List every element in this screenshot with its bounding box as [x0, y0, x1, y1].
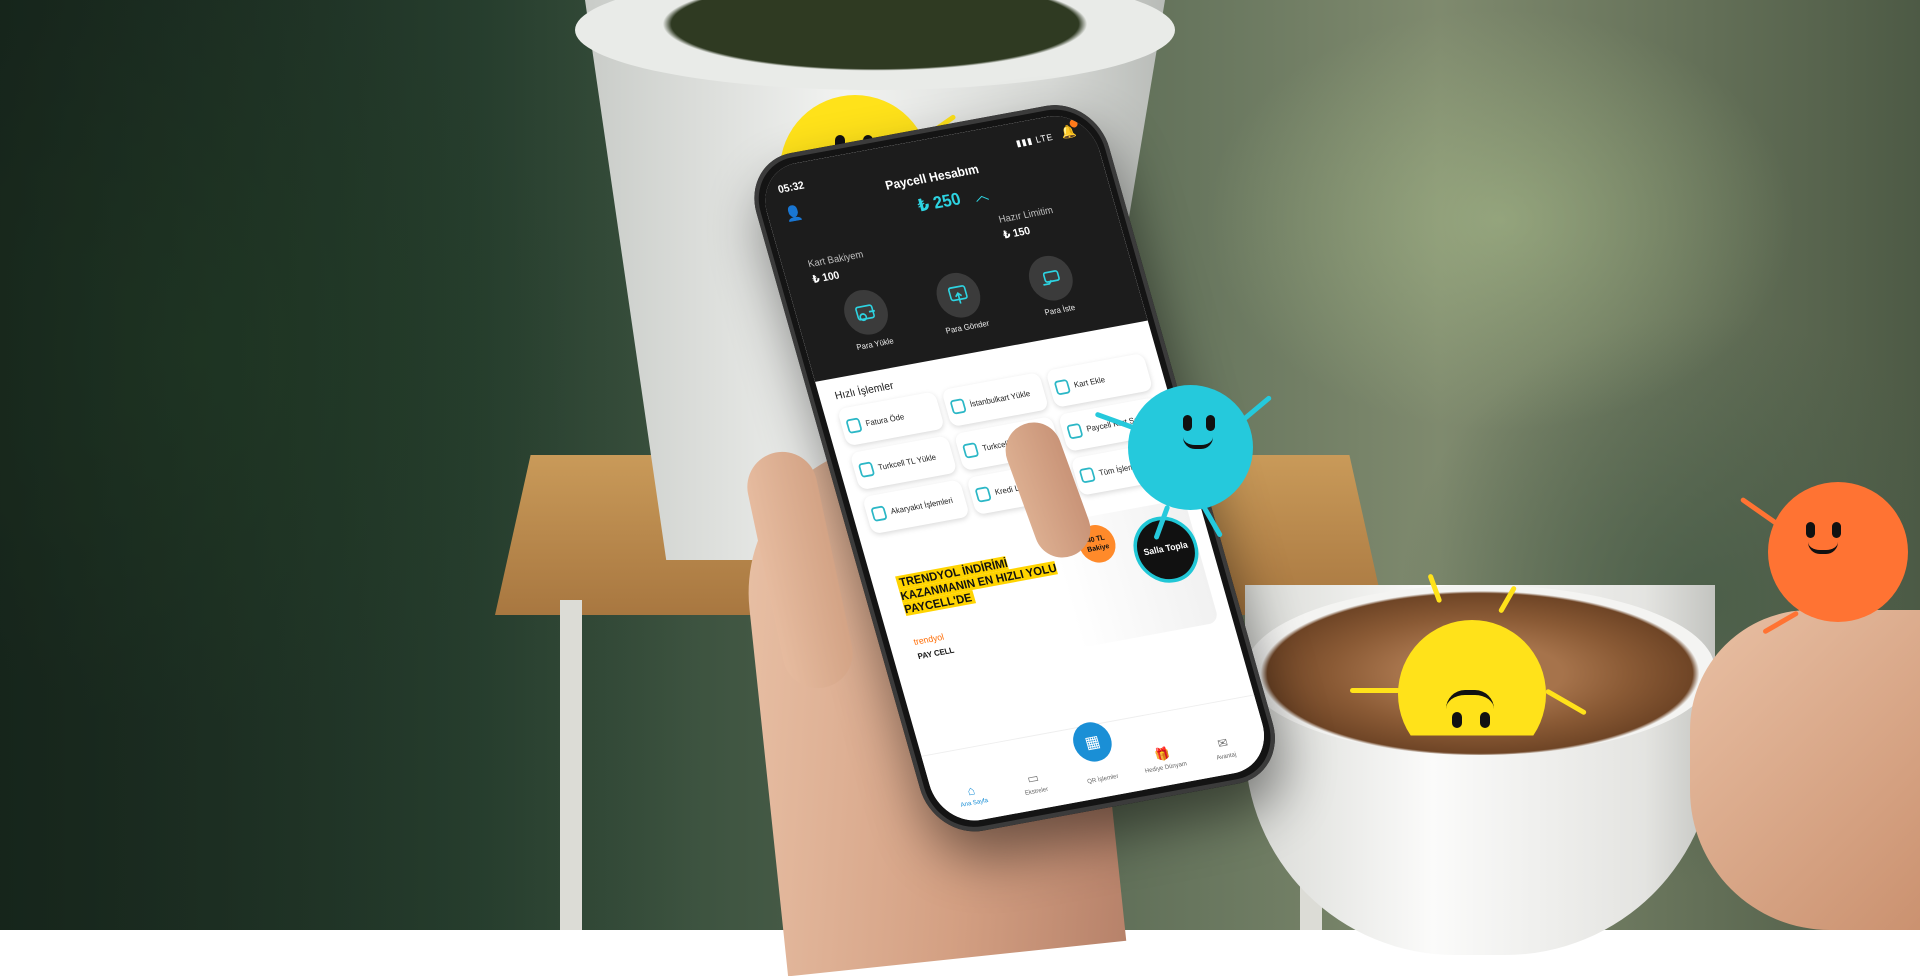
- paycell-logo: PAY CELL: [916, 645, 956, 661]
- tab-label: Ana Sayfa: [960, 797, 989, 809]
- credit-icon: [974, 486, 992, 503]
- action-para-gonder[interactable]: Para Gönder: [919, 267, 1003, 337]
- request-money-icon: [1023, 252, 1079, 305]
- banner-brand: trendyol: [912, 632, 946, 648]
- tile-akaryakit[interactable]: Akaryakıt İşlemleri: [862, 479, 970, 535]
- mascot-brow: [1446, 690, 1494, 709]
- notification-badge: [1068, 118, 1079, 129]
- notification-icon[interactable]: 🔔: [1059, 118, 1081, 144]
- mascot-eye: [1206, 415, 1215, 431]
- add-card-icon: [1053, 378, 1072, 396]
- limit-value: ₺ 150: [1001, 224, 1032, 242]
- orange-mascot: [1739, 482, 1908, 635]
- tab-label: QR İşlemler: [1086, 773, 1120, 786]
- tab-ekstreler[interactable]: ▭ Ekstreler: [1001, 765, 1067, 800]
- quick-actions-title: Hızlı İşlemler: [833, 378, 895, 402]
- tab-avantaj[interactable]: ✉ Avantaj: [1191, 730, 1257, 765]
- mascot-eye: [1832, 522, 1841, 538]
- invoice-icon: [845, 417, 863, 434]
- mascot-eye: [1183, 415, 1192, 431]
- buy-card-icon: [1066, 422, 1084, 440]
- mascot-eye: [1806, 522, 1815, 538]
- tile-label: Kart Ekle: [1072, 374, 1106, 389]
- home-icon: ⌂: [965, 782, 977, 798]
- limit-label: Hazır Limitim: [997, 204, 1055, 226]
- blue-mascot: [1094, 385, 1273, 541]
- all-services-icon: [1078, 466, 1097, 484]
- mascot-mouth: [1183, 437, 1213, 449]
- transit-card-icon: [949, 398, 967, 415]
- tab-ana-sayfa[interactable]: ⌂ Ana Sayfa: [939, 778, 1004, 812]
- fuel-icon: [870, 505, 888, 522]
- tab-label: Ekstreler: [1024, 786, 1050, 797]
- statement-icon: ▭: [1025, 769, 1041, 787]
- send-money-icon: [931, 269, 986, 322]
- wallet-add-icon: [838, 286, 894, 339]
- action-para-iste[interactable]: Para İste: [1011, 250, 1095, 320]
- hand-holding-cup: [1690, 610, 1920, 930]
- tile-label: Akaryakıt İşlemleri: [889, 495, 954, 516]
- mascot-eye: [1452, 712, 1462, 728]
- topup-icon: [857, 461, 876, 478]
- card-balance-value: ₺ 100: [810, 268, 841, 286]
- tab-label: Avantaj: [1215, 751, 1238, 762]
- tab-hediye[interactable]: 🎁 Hediye Dünyam: [1131, 742, 1197, 777]
- salla-topla-button[interactable]: Salla Topla: [1125, 511, 1207, 588]
- account-panel: 05:32 ▮▮▮ LTE 🔔 👤 Paycell Hesabım ₺ 250 …: [755, 109, 1148, 382]
- action-label: Para Gönder: [944, 318, 991, 336]
- tile-label: Fatura Öde: [864, 411, 906, 428]
- ticket-icon: ✉: [1215, 734, 1230, 751]
- tile-label: Turkcell TL Yükle: [876, 452, 937, 472]
- signal-icon: ▮▮▮ LTE: [1015, 132, 1055, 150]
- tile-label: İstanbulkart Yükle: [968, 388, 1032, 409]
- action-para-yukle[interactable]: Para Yükle: [826, 284, 910, 354]
- action-label: Para Yükle: [855, 336, 895, 352]
- card-balance-label: Kart Bakiyem: [806, 249, 865, 270]
- mascot-eye: [1480, 712, 1490, 728]
- mascot-arm: [1350, 688, 1400, 693]
- package-icon: [961, 442, 980, 459]
- stool-leg: [560, 600, 582, 930]
- action-label: Para İste: [1043, 302, 1077, 318]
- mascot-mouth: [1808, 542, 1838, 554]
